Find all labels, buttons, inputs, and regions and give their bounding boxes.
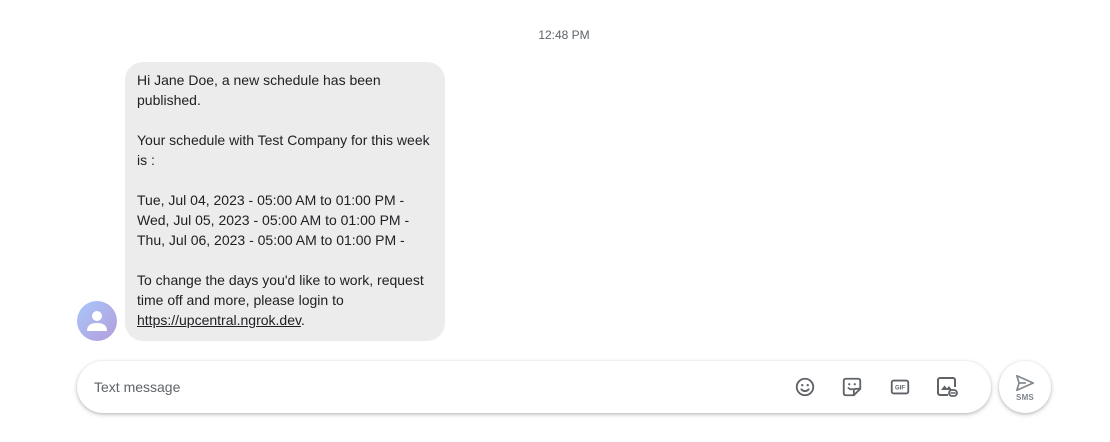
send-icon [1016,374,1034,391]
closing-text: To change the days you'd like to work, r… [137,272,424,308]
emoji-icon [795,377,815,397]
message-timestamp: 12:48 PM [538,28,590,42]
sticker-button[interactable] [840,375,864,399]
message-composer: GIF [77,361,991,413]
closing-punctuation: . [300,312,305,328]
sticker-icon [842,377,862,397]
shift-line: Thu, Jul 06, 2023 - 05:00 AM to 01:00 PM… [137,232,405,248]
contact-avatar[interactable] [77,301,117,341]
person-icon [87,311,107,331]
message-intro: Your schedule with Test Company for this… [137,132,430,168]
gif-button[interactable]: GIF [888,375,912,399]
shift-line: Tue, Jul 04, 2023 - 05:00 AM to 01:00 PM… [137,192,405,208]
message-greeting: Hi Jane Doe, a new schedule has been pub… [137,72,381,108]
send-sms-button[interactable]: SMS [999,361,1051,413]
login-link[interactable]: https://upcentral.ngrok.dev [137,312,301,328]
sms-label: SMS [1016,392,1034,402]
svg-text:GIF: GIF [895,385,905,391]
emoji-button[interactable] [793,375,817,399]
shift-line: Wed, Jul 05, 2023 - 05:00 AM to 01:00 PM… [137,212,410,228]
attach-media-button[interactable] [935,375,959,399]
text-message-input[interactable] [94,374,734,400]
message-closing: To change the days you'd like to work, r… [137,270,433,330]
gif-icon: GIF [890,379,910,395]
incoming-message-bubble[interactable]: Hi Jane Doe, a new schedule has been pub… [125,62,445,341]
attach-media-icon [937,377,958,397]
